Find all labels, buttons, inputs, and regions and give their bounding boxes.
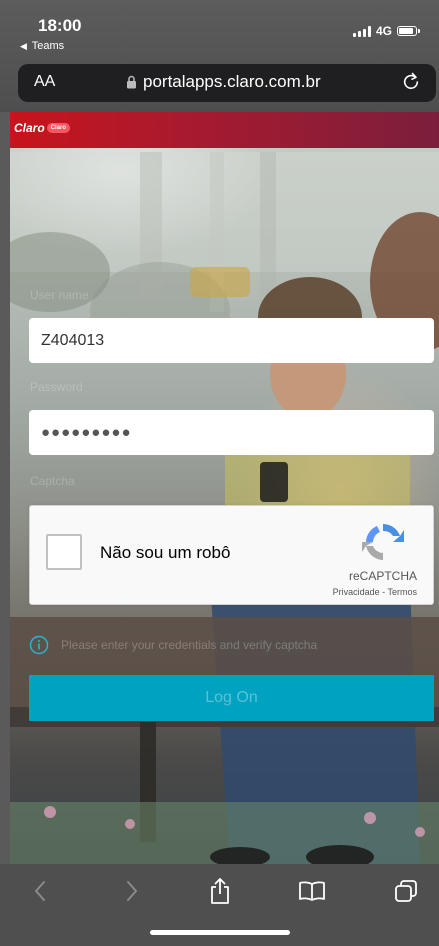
browser-top-chrome: 18:00 ◀ Teams 4G AA portalapps.claro.com… <box>0 0 439 112</box>
back-to-app-link[interactable]: ◀ Teams <box>20 40 64 52</box>
back-triangle-icon: ◀ <box>20 41 27 51</box>
recaptcha-brand: reCAPTCHA <box>348 569 417 583</box>
info-icon <box>29 635 49 655</box>
back-arrow-icon[interactable] <box>20 876 60 906</box>
captcha-label: Captcha <box>30 474 75 488</box>
password-masked-value: ●●●●●●●●● <box>41 424 132 441</box>
url-text: portalapps.claro.com.br <box>143 72 321 91</box>
reload-icon[interactable] <box>400 71 422 98</box>
status-indicators: 4G <box>352 24 420 38</box>
tabs-icon[interactable] <box>386 876 426 906</box>
forward-arrow-icon[interactable] <box>112 876 152 906</box>
share-icon[interactable] <box>200 876 240 906</box>
background-photo <box>10 152 439 864</box>
back-app-name: Teams <box>31 40 65 52</box>
recaptcha-widget: Não sou um robô reCAPTCHA Privacidade - … <box>29 505 434 605</box>
claro-header-bar: Claro Claro <box>10 112 439 148</box>
text-size-label: AA <box>34 73 56 90</box>
info-text: Please enter your credentials and verify… <box>61 638 318 652</box>
bookmarks-icon[interactable] <box>292 876 332 906</box>
address-bar[interactable]: AA portalapps.claro.com.br <box>18 64 436 102</box>
battery-icon <box>397 26 420 36</box>
lock-icon <box>126 75 137 89</box>
password-input[interactable]: ●●●●●●●●● <box>29 410 434 455</box>
password-label: Password <box>30 380 83 394</box>
cellular-signal-icon <box>352 25 371 37</box>
claro-logo: Claro Claro <box>14 121 71 135</box>
recaptcha-privacy-terms-links[interactable]: Privacidade - Termos <box>333 587 417 597</box>
phone-screen: 18:00 ◀ Teams 4G AA portalapps.claro.com… <box>0 0 439 946</box>
recaptcha-checkbox[interactable] <box>46 534 82 570</box>
username-value: Z404013 <box>41 331 105 349</box>
status-time: 18:00 <box>38 16 82 35</box>
recaptcha-logo-icon <box>360 520 406 569</box>
log-on-button[interactable]: Log On <box>29 675 434 721</box>
claro-logo-text: Claro <box>14 121 45 135</box>
web-content: Claro Claro User name Z404013 Password ●… <box>10 112 439 864</box>
text-size-button[interactable]: AA <box>34 73 55 91</box>
info-message: Please enter your credentials and verify… <box>29 635 317 655</box>
home-indicator[interactable] <box>150 930 290 935</box>
username-input[interactable]: Z404013 <box>29 318 434 363</box>
username-label: User name <box>30 288 89 302</box>
recaptcha-label: Não sou um robô <box>100 543 231 562</box>
claro-logo-pill: Claro <box>46 123 71 133</box>
url-display[interactable]: portalapps.claro.com.br <box>126 72 321 92</box>
network-type: 4G <box>375 24 392 38</box>
